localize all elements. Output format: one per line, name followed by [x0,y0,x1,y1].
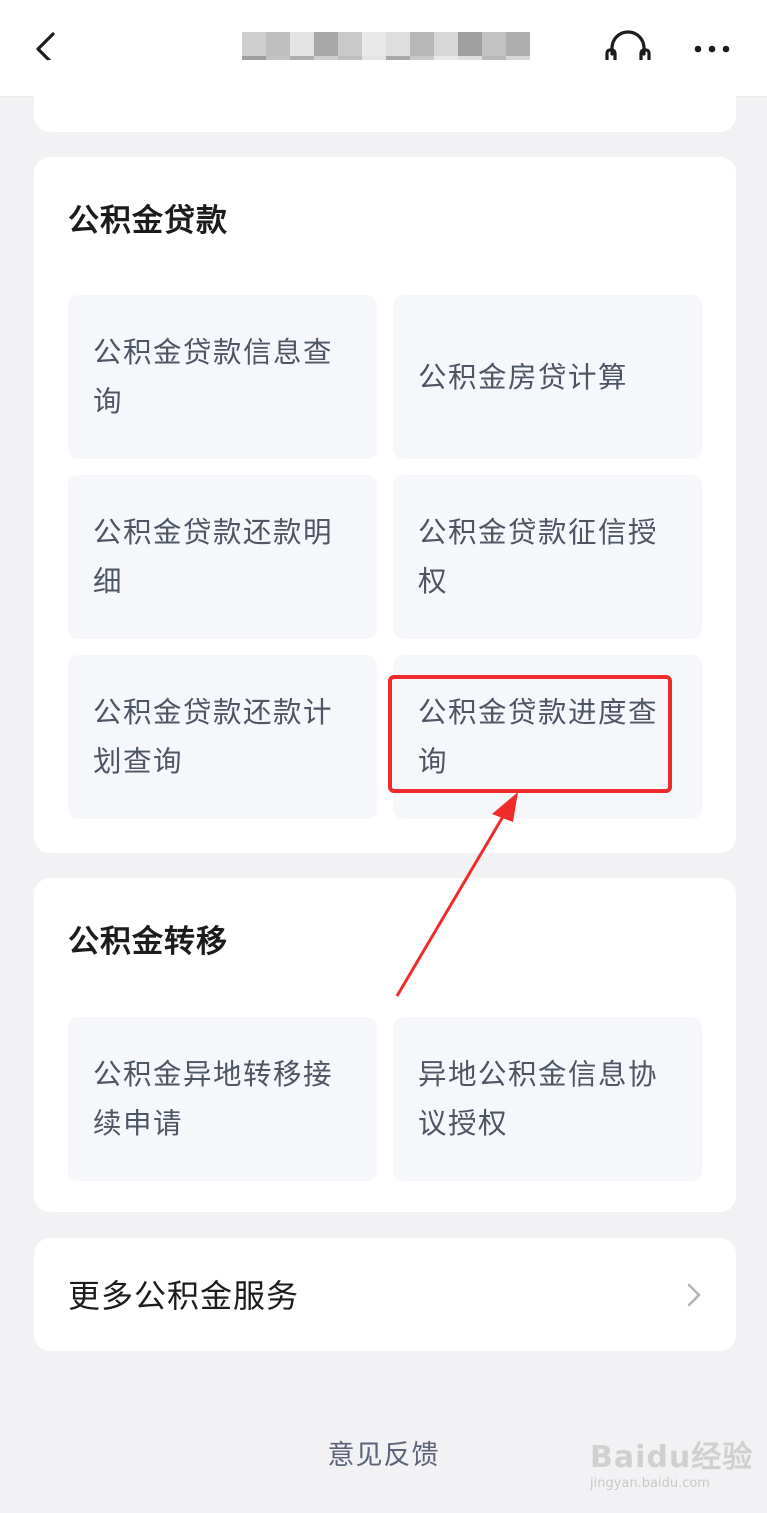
tile-label: 公积金房贷计算 [418,360,629,394]
tile-label: 公积金贷款还款明 细 [93,516,334,598]
mosaic-cell [266,32,290,56]
red-arrow-annotation [395,792,518,997]
tile-label: 公积金贷款征信授 权 [418,516,659,598]
mosaic-cell [506,32,530,56]
mosaic-cell [434,32,458,56]
mosaic-cell [242,32,266,56]
loan-info-query-tile[interactable]: 公积金贷款信息查 询 [68,295,377,459]
mosaic-cell [410,32,434,56]
mosaic-cell [386,32,410,56]
more-services-label: 更多公积金服务 [68,1277,300,1315]
more-services-row[interactable]: 更多公积金服务 [34,1238,736,1351]
mortgage-calculator-tile[interactable]: 公积金房贷计算 [393,295,702,459]
repayment-details-tile[interactable]: 公积金贷款还款明 细 [68,475,377,639]
tile-label: 公积金贷款还款计 划查询 [93,696,334,778]
mosaic-cell [290,32,314,56]
mosaic-cell [482,32,506,56]
mosaic-cell [362,32,386,56]
mosaic-cell [458,32,482,56]
credit-authorization-tile[interactable]: 公积金贷款征信授 权 [393,475,702,639]
tile-label: 公积金异地转移接 续申请 [93,1058,334,1140]
repayment-plan-query-tile[interactable]: 公积金贷款还款计 划查询 [68,655,377,819]
transfer-section-title: 公积金转移 [68,924,228,960]
chevron-right-icon [687,1283,701,1307]
highlight-annotation-box [388,675,672,793]
tile-label: 公积金贷款信息查 询 [93,336,334,418]
baidu-jingyan-watermark: Baidu经验 jingyan.baidu.com [590,1440,754,1491]
loan-section-title: 公积金贷款 [68,203,228,239]
agreement-authorization-tile[interactable]: 异地公积金信息协 议授权 [393,1017,702,1181]
tile-label: 异地公积金信息协 议授权 [418,1058,659,1140]
mosaic-cell [338,32,362,56]
previous-card [34,60,736,132]
mosaic-cell [314,32,338,56]
transfer-application-tile[interactable]: 公积金异地转移接 续申请 [68,1017,377,1181]
